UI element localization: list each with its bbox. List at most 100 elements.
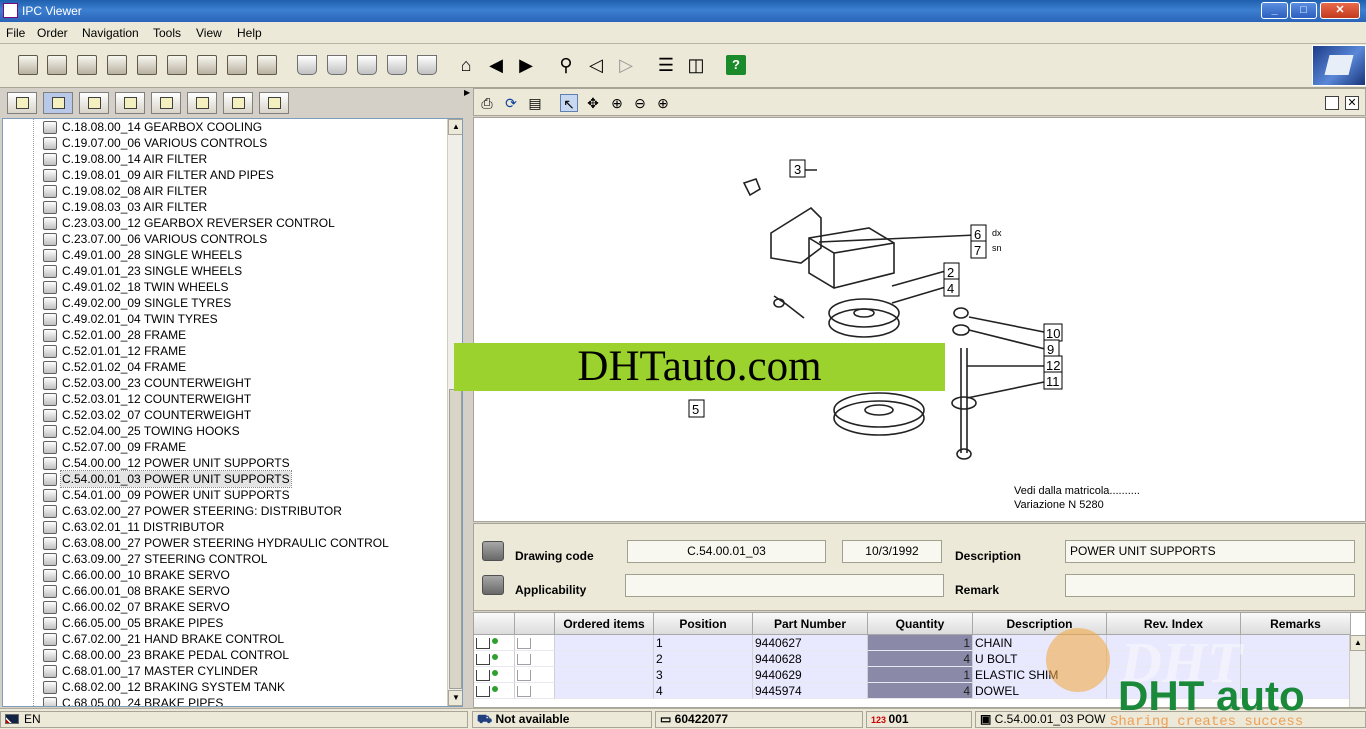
menu-view[interactable]: View	[196, 26, 222, 40]
drawing-node-icon	[43, 441, 57, 454]
vertical-split-icon[interactable]: ◫	[686, 55, 706, 75]
print-icon[interactable]	[227, 55, 247, 75]
delete-icon[interactable]	[107, 55, 127, 75]
open-icon[interactable]	[47, 55, 67, 75]
notes-tab-icon[interactable]	[259, 92, 289, 114]
table-scrollbar[interactable]: ▲	[1349, 635, 1365, 707]
tree-item-label: C.49.01.00_28 SINGLE WHEELS	[62, 248, 243, 262]
title-bar: IPC Viewer _ □ ✕	[0, 0, 1366, 22]
cell-qty: 1	[868, 667, 973, 683]
remove-from-cart-icon[interactable]	[515, 635, 555, 651]
cell-empty	[1107, 635, 1241, 651]
col-description[interactable]: Description	[973, 613, 1107, 635]
minimize-button[interactable]: _	[1261, 2, 1288, 19]
drawing-code-field[interactable]: C.54.00.01_03	[627, 540, 826, 563]
collapse-arrow-icon[interactable]: ▶	[464, 88, 470, 97]
remark-label: Remark	[955, 583, 1000, 597]
settings-icon[interactable]	[257, 55, 277, 75]
copy-icon[interactable]: ▤	[526, 94, 544, 112]
documents-tab-icon[interactable]	[79, 92, 109, 114]
remove-from-cart-icon[interactable]	[515, 651, 555, 667]
menu-order[interactable]: Order	[37, 26, 68, 40]
add-to-cart-icon[interactable]	[474, 651, 515, 667]
tree-scrollbar[interactable]: ▲ ▼	[447, 119, 462, 706]
cart-send-icon[interactable]	[417, 55, 437, 75]
scroll-up-icon[interactable]: ▲	[448, 119, 462, 135]
scroll-down-icon[interactable]: ▼	[448, 690, 462, 706]
orders-tab-icon[interactable]	[151, 92, 181, 114]
col-part-number[interactable]: Part Number	[753, 613, 868, 635]
zoom-icon[interactable]: ⊕	[608, 94, 626, 112]
drawing-info-panel: Drawing code C.54.00.01_03 10/3/1992 Des…	[473, 523, 1366, 611]
zoom-in-icon[interactable]: ⊕	[654, 94, 672, 112]
drawing-node-icon	[43, 265, 57, 278]
panel-splitter[interactable]: ▶	[463, 88, 471, 708]
help-icon[interactable]: ?	[726, 55, 746, 75]
refresh-icon[interactable]	[197, 55, 217, 75]
cart-down-icon[interactable]	[387, 55, 407, 75]
add-to-cart-icon[interactable]	[474, 683, 515, 699]
cell-desc: DOWEL	[973, 683, 1107, 699]
col-remarks[interactable]: Remarks	[1241, 613, 1351, 635]
settings-tab-icon[interactable]	[115, 92, 145, 114]
back-icon[interactable]: ◁	[586, 55, 606, 75]
restore-panel-icon[interactable]	[1325, 96, 1339, 110]
cell-empty	[555, 651, 654, 667]
scroll-thumb[interactable]	[449, 389, 462, 689]
catalog-tab-icon[interactable]	[7, 92, 37, 114]
import-icon[interactable]	[167, 55, 187, 75]
search-parts-tab-icon[interactable]	[43, 92, 73, 114]
tree-item-label: C.68.00.00_23 BRAKE PEDAL CONTROL	[62, 648, 289, 662]
menu-file[interactable]: File	[6, 26, 25, 40]
cart-add-icon[interactable]	[297, 55, 317, 75]
cart-up-icon[interactable]	[357, 55, 377, 75]
tree-item-label: C.52.03.02_07 COUNTERWEIGHT	[62, 408, 252, 422]
drawing-node-icon	[43, 473, 57, 486]
export-icon[interactable]	[137, 55, 157, 75]
close-panel-icon[interactable]: ✕	[1345, 96, 1359, 110]
remove-from-cart-icon[interactable]	[515, 667, 555, 683]
remark-field[interactable]	[1065, 574, 1355, 597]
refresh-icon[interactable]: ⟳	[502, 94, 520, 112]
description-field[interactable]: POWER UNIT SUPPORTS	[1065, 540, 1355, 563]
drawing-note-1: Vedi dalla matricola..........	[1014, 485, 1140, 497]
tree-item-label: C.66.00.01_08 BRAKE SERVO	[62, 584, 230, 598]
first-icon[interactable]: ◀	[486, 55, 506, 75]
applicability-field[interactable]	[625, 574, 944, 597]
last-icon[interactable]: ▶	[516, 55, 536, 75]
search-icon[interactable]: ⚲	[556, 55, 576, 75]
tree-item-label: C.23.03.00_12 GEARBOX REVERSER CONTROL	[62, 216, 335, 230]
col-position[interactable]: Position	[654, 613, 753, 635]
horizontal-split-icon[interactable]: ☰	[656, 55, 676, 75]
maximize-button[interactable]: □	[1290, 2, 1317, 19]
drawing-node-icon	[43, 281, 57, 294]
forward-icon[interactable]: ▷	[616, 55, 636, 75]
col-ordered-items[interactable]: Ordered items	[555, 613, 654, 635]
tree-item-label: C.63.09.00_27 STEERING CONTROL	[62, 552, 268, 566]
cart-icon[interactable]	[327, 55, 347, 75]
col-quantity[interactable]: Quantity	[868, 613, 973, 635]
drawing-node-icon	[43, 377, 57, 390]
menu-tools[interactable]: Tools	[153, 26, 181, 40]
table-scroll-up-icon[interactable]: ▲	[1350, 635, 1365, 651]
print-icon[interactable]: ⎙	[478, 94, 496, 112]
save-icon[interactable]	[77, 55, 97, 75]
exploded-drawing[interactable]: 3 6 7 dx sn 2 4 10 9 12 11 5 Vedi dalla …	[473, 117, 1366, 522]
zoom-out-icon[interactable]: ⊖	[631, 94, 649, 112]
menu-help[interactable]: Help	[237, 26, 262, 40]
availability-icon: ⛟	[477, 712, 496, 726]
find-tab-icon[interactable]	[187, 92, 217, 114]
pointer-icon[interactable]: ↖	[560, 94, 578, 112]
remove-from-cart-icon[interactable]	[515, 683, 555, 699]
menu-navigation[interactable]: Navigation	[82, 26, 139, 40]
open-book-icon[interactable]	[18, 55, 38, 75]
play-tab-icon[interactable]	[223, 92, 253, 114]
watermark-banner: DHTauto.com	[454, 343, 945, 391]
add-to-cart-icon[interactable]	[474, 635, 515, 651]
close-button[interactable]: ✕	[1320, 2, 1360, 19]
col-rev-index[interactable]: Rev. Index	[1107, 613, 1241, 635]
add-to-cart-icon[interactable]	[474, 667, 515, 683]
home-icon[interactable]: ⌂	[456, 55, 476, 75]
date-field[interactable]: 10/3/1992	[842, 540, 942, 563]
pan-icon[interactable]: ✥	[584, 94, 602, 112]
